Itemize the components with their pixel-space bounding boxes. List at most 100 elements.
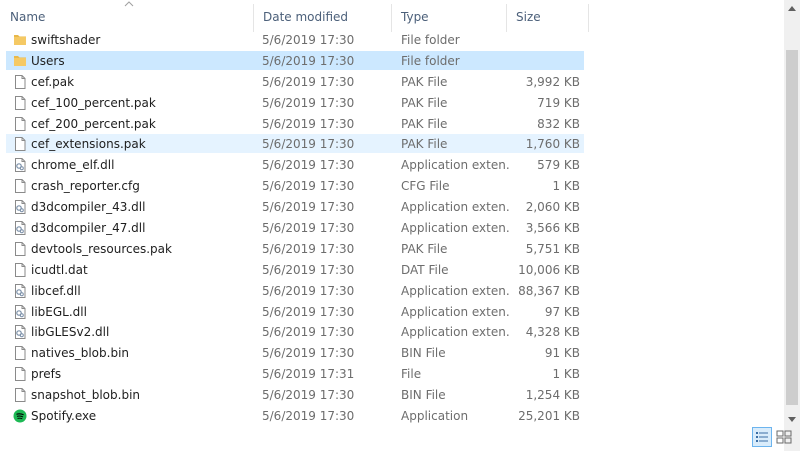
- file-row[interactable]: prefs 5/6/2019 17:31 File 1 KB: [0, 364, 785, 385]
- dll-icon: [13, 199, 27, 215]
- file-date-modified: 5/6/2019 17:30: [262, 116, 355, 131]
- file-name[interactable]: d3dcompiler_47.dll: [31, 218, 251, 238]
- file-size: 25,201 KB: [518, 409, 580, 424]
- file-date-modified: 5/6/2019 17:30: [262, 241, 355, 256]
- file-date-modified: 5/6/2019 17:30: [262, 95, 355, 110]
- file-type: Application exten...: [401, 325, 509, 340]
- file-date-modified: 5/6/2019 17:30: [262, 283, 355, 298]
- file-row[interactable]: cef_100_percent.pak 5/6/2019 17:30 PAK Fil…: [0, 93, 785, 114]
- file-row[interactable]: cef_extensions.pak 5/6/2019 17:30 PAK File…: [0, 134, 785, 155]
- file-date-modified: 5/6/2019 17:30: [262, 200, 355, 215]
- details-view-button[interactable]: [752, 427, 772, 447]
- column-header-name[interactable]: Name: [0, 0, 254, 32]
- file-name[interactable]: devtools_resources.pak: [31, 239, 251, 259]
- vertical-scrollbar[interactable]: [784, 0, 800, 451]
- column-header-type[interactable]: Type: [391, 0, 506, 32]
- column-header-bar: Name Date modified Type Size: [0, 0, 785, 34]
- file-date-modified: 5/6/2019 17:30: [262, 74, 355, 89]
- dll-icon: [13, 304, 27, 320]
- file-icon: [13, 136, 27, 152]
- file-name[interactable]: cef_100_percent.pak: [31, 93, 251, 113]
- file-type: Application exten...: [401, 283, 509, 298]
- file-size: 832 KB: [537, 116, 580, 131]
- dll-icon: [13, 283, 27, 299]
- file-name[interactable]: libcef.dll: [31, 281, 251, 301]
- file-size: 97 KB: [544, 304, 580, 319]
- file-type: File folder: [401, 53, 460, 68]
- file-icon: [13, 74, 27, 90]
- file-name[interactable]: prefs: [31, 364, 251, 384]
- file-type: DAT File: [401, 262, 449, 277]
- file-icon: [13, 116, 27, 132]
- file-row[interactable]: libcef.dll 5/6/2019 17:30 Application exte…: [0, 281, 785, 302]
- file-icon: [13, 95, 27, 111]
- file-date-modified: 5/6/2019 17:30: [262, 53, 355, 68]
- file-row[interactable]: crash_reporter.cfg 5/6/2019 17:30 CFG File…: [0, 176, 785, 197]
- file-row[interactable]: cef_200_percent.pak 5/6/2019 17:30 PAK Fil…: [0, 114, 785, 135]
- large-icons-view-icon: [776, 430, 792, 444]
- file-icon: [13, 366, 27, 382]
- file-type: Application exten...: [401, 221, 509, 236]
- file-row[interactable]: chrome_elf.dll 5/6/2019 17:30 Application …: [0, 155, 785, 176]
- file-name[interactable]: natives_blob.bin: [31, 343, 251, 363]
- file-name[interactable]: cef.pak: [31, 72, 251, 92]
- file-icon: [13, 178, 27, 194]
- file-date-modified: 5/6/2019 17:30: [262, 33, 355, 47]
- scrollbar-thumb[interactable]: [786, 50, 798, 405]
- file-size: 4,328 KB: [525, 325, 580, 340]
- file-row[interactable]: cef.pak 5/6/2019 17:30 PAK File 3,992 KB: [0, 72, 785, 93]
- file-name[interactable]: d3dcompiler_43.dll: [31, 197, 251, 217]
- scroll-down-icon[interactable]: [787, 416, 797, 424]
- file-name[interactable]: cef_extensions.pak: [31, 134, 251, 154]
- file-type: BIN File: [401, 346, 446, 361]
- dll-icon: [13, 324, 27, 340]
- file-row[interactable]: devtools_resources.pak 5/6/2019 17:30 PAK …: [0, 239, 785, 260]
- file-row[interactable]: d3dcompiler_43.dll 5/6/2019 17:30 Applicat…: [0, 197, 785, 218]
- file-type: PAK File: [401, 241, 448, 256]
- file-size: 91 KB: [544, 346, 580, 361]
- file-row[interactable]: icudtl.dat 5/6/2019 17:30 DAT File 10,006 K…: [0, 260, 785, 281]
- file-row[interactable]: Users 5/6/2019 17:30 File folder: [0, 50, 785, 72]
- file-name[interactable]: Users: [31, 51, 251, 71]
- file-date-modified: 5/6/2019 17:30: [262, 158, 355, 173]
- file-date-modified: 5/6/2019 17:30: [262, 137, 355, 152]
- file-icon: [13, 345, 27, 361]
- file-name[interactable]: snapshot_blob.bin: [31, 385, 251, 405]
- file-size: 1 KB: [552, 367, 580, 382]
- folder-icon: [13, 32, 27, 48]
- file-row[interactable]: natives_blob.bin 5/6/2019 17:30 BIN File 91…: [0, 343, 785, 364]
- file-size: 10,006 KB: [518, 262, 580, 277]
- file-row[interactable]: libEGL.dll 5/6/2019 17:30 Application exte…: [0, 302, 785, 323]
- large-icons-view-button[interactable]: [774, 427, 794, 447]
- file-name[interactable]: chrome_elf.dll: [31, 155, 251, 175]
- file-name[interactable]: cef_200_percent.pak: [31, 114, 251, 134]
- file-name[interactable]: Spotify.exe: [31, 406, 251, 426]
- column-header-size[interactable]: Size: [506, 0, 588, 32]
- file-type: PAK File: [401, 74, 448, 89]
- file-name[interactable]: crash_reporter.cfg: [31, 176, 251, 196]
- file-size: 2,060 KB: [525, 200, 580, 215]
- dll-icon: [13, 220, 27, 236]
- file-type: File folder: [401, 33, 460, 47]
- column-header-date-modified[interactable]: Date modified: [253, 0, 391, 32]
- file-row[interactable]: libGLESv2.dll 5/6/2019 17:30 Application e…: [0, 322, 785, 343]
- file-name[interactable]: icudtl.dat: [31, 260, 251, 280]
- file-type: CFG File: [401, 179, 450, 194]
- file-name[interactable]: libEGL.dll: [31, 302, 251, 322]
- folder-icon: [13, 53, 27, 69]
- file-size: 5,751 KB: [525, 241, 580, 256]
- dll-icon: [13, 157, 27, 173]
- file-row[interactable]: swiftshader 5/6/2019 17:30 File folder: [0, 30, 785, 51]
- file-name[interactable]: swiftshader: [31, 30, 251, 50]
- file-row[interactable]: Spotify.exe 5/6/2019 17:30 Application 25,2…: [0, 406, 785, 427]
- file-date-modified: 5/6/2019 17:30: [262, 262, 355, 277]
- file-row[interactable]: snapshot_blob.bin 5/6/2019 17:30 BIN File 1…: [0, 385, 785, 406]
- column-divider[interactable]: [588, 4, 589, 32]
- file-size: 88,367 KB: [518, 283, 580, 298]
- scroll-up-icon[interactable]: [787, 4, 797, 12]
- file-date-modified: 5/6/2019 17:30: [262, 409, 355, 424]
- file-type: Application exten...: [401, 158, 509, 173]
- file-type: PAK File: [401, 116, 448, 131]
- file-name[interactable]: libGLESv2.dll: [31, 322, 251, 342]
- file-row[interactable]: d3dcompiler_47.dll 5/6/2019 17:30 Applicat…: [0, 218, 785, 239]
